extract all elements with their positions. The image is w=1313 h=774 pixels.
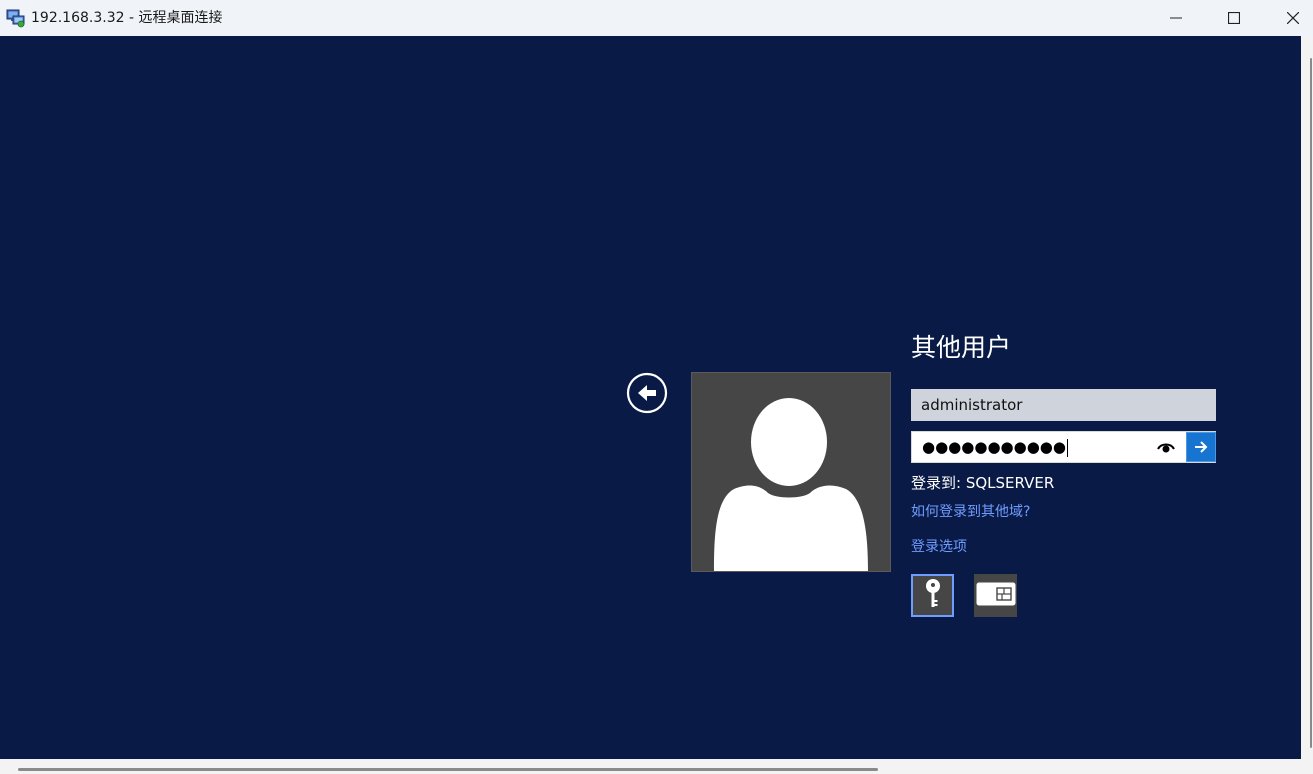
sign-in-options-link[interactable]: 登录选项 <box>911 537 967 557</box>
sign-in-to-domain: 登录到: SQLSERVER <box>911 474 1055 492</box>
user-silhouette-icon <box>692 398 890 571</box>
remote-desktop-icon <box>6 8 26 28</box>
arrow-right-icon <box>1194 438 1208 457</box>
vertical-scrollbar[interactable] <box>1301 36 1313 759</box>
horizontal-scroll-thumb[interactable] <box>18 768 878 771</box>
password-value: ●●●●●●●●●●● <box>922 438 1068 457</box>
title-bar[interactable]: 192.168.3.32 - 远程桌面连接 <box>0 0 1313 36</box>
close-button[interactable] <box>1264 0 1313 36</box>
submit-button[interactable] <box>1186 432 1216 462</box>
smartcard-option[interactable] <box>974 574 1017 617</box>
window-title: 192.168.3.32 - 远程桌面连接 <box>31 10 223 26</box>
reveal-password-button[interactable] <box>1155 439 1177 455</box>
user-avatar <box>691 372 891 572</box>
username-input[interactable]: administrator <box>911 389 1216 421</box>
remote-desktop-window: 192.168.3.32 - 远程桌面连接 其他用户 administrator… <box>0 0 1313 774</box>
back-button[interactable] <box>626 372 668 414</box>
maximize-button[interactable] <box>1205 0 1263 36</box>
minimize-icon <box>1170 12 1182 24</box>
eye-icon <box>1155 440 1177 459</box>
close-icon <box>1287 12 1299 24</box>
text-caret <box>1066 438 1068 457</box>
password-input[interactable]: ●●●●●●●●●●● <box>911 431 1216 463</box>
key-icon <box>922 577 944 615</box>
horizontal-scrollbar[interactable] <box>0 759 1313 774</box>
other-domain-link[interactable]: 如何登录到其他域? <box>911 502 1030 522</box>
minimize-button[interactable] <box>1147 0 1205 36</box>
password-option[interactable] <box>911 574 954 617</box>
vertical-scroll-thumb[interactable] <box>1310 58 1312 748</box>
back-arrow-icon <box>626 372 668 418</box>
smart-card-icon <box>976 582 1016 610</box>
maximize-icon <box>1228 12 1240 24</box>
user-title: 其他用户 <box>911 333 1012 362</box>
